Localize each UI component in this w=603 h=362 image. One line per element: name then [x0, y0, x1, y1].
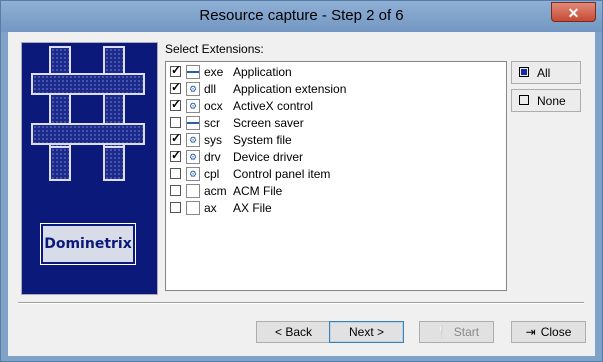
select-extensions-label: Select Extensions: [165, 42, 264, 56]
extension-name: ocx [204, 99, 223, 113]
list-item[interactable]: acm ACM File [170, 183, 500, 200]
gear-file-icon: ⚙ [186, 99, 200, 113]
extension-description: Application extension [233, 82, 347, 96]
extension-description: System file [233, 133, 292, 147]
extension-checkbox[interactable] [170, 63, 181, 77]
next-button[interactable]: Next > [329, 321, 404, 343]
extension-checkbox[interactable] [170, 202, 181, 213]
application-file-icon [186, 116, 200, 130]
select-all-button[interactable]: All [511, 61, 581, 84]
extension-name: drv [204, 150, 221, 164]
blank-file-icon [186, 184, 200, 198]
extension-name: acm [204, 184, 227, 198]
list-item[interactable]: ⚙ dll Application extension [170, 80, 500, 98]
gear-file-icon: ⚙ [186, 167, 200, 181]
extension-name: exe [204, 65, 224, 79]
wizard-window: Resource capture - Step 2 of 6 ✕ Dominet… [0, 0, 603, 362]
gear-file-icon: ⚙ [186, 82, 200, 96]
gear-file-icon: ⚙ [186, 150, 200, 164]
list-item[interactable]: ⚙ sys System file [170, 131, 500, 149]
extension-description: ACM File [233, 184, 283, 198]
extension-name: dll [204, 82, 217, 96]
extension-name: ax [204, 201, 217, 215]
list-item[interactable]: ⚙ cpl Control panel item [170, 166, 500, 183]
extensions-list[interactable]: exeApplication⚙dllApplication extension⚙… [165, 61, 507, 291]
close-button[interactable]: ⇥ Close [511, 321, 586, 343]
extension-name: scr [204, 116, 220, 130]
extension-name: sys [204, 133, 222, 147]
list-item[interactable]: ax AX File [170, 200, 500, 217]
window-title: Resource capture - Step 2 of 6 [199, 7, 404, 24]
extension-description: AX File [233, 201, 272, 215]
select-none-icon [519, 95, 529, 105]
title-bar[interactable]: Resource capture - Step 2 of 6 ✕ [1, 1, 602, 32]
extension-checkbox[interactable] [170, 185, 181, 196]
extension-name: cpl [204, 167, 220, 181]
dominetrix-logo: Dominetrix [40, 223, 136, 265]
window-close-button[interactable]: ✕ [551, 2, 596, 22]
list-item[interactable]: ⚙ ocx ActiveX control [170, 97, 500, 115]
start-button[interactable]: ❕ Start [419, 321, 494, 343]
extension-description: ActiveX control [233, 99, 314, 113]
select-all-icon [519, 67, 529, 77]
blank-file-icon [186, 201, 200, 215]
list-item[interactable]: scr Screen saver [170, 115, 500, 132]
banner-bar [31, 123, 145, 145]
extension-checkbox[interactable] [170, 148, 181, 162]
exit-door-icon: ⇥ [525, 325, 536, 339]
banner-bar [103, 146, 125, 181]
extension-description: Device driver [233, 150, 304, 164]
banner-image: Dominetrix [21, 42, 158, 295]
list-item[interactable]: ⚙ drv Device driver [170, 148, 500, 166]
extension-description: Control panel item [233, 167, 331, 181]
list-item[interactable]: exe Application [170, 63, 500, 81]
extension-checkbox[interactable] [170, 131, 181, 145]
gear-file-icon: ⚙ [186, 133, 200, 147]
exclamation-icon: ❕ [433, 325, 449, 339]
select-none-button[interactable]: None [511, 89, 581, 112]
banner-bar [49, 146, 71, 181]
banner-bar [31, 73, 145, 95]
extension-description: Screen saver [233, 116, 304, 130]
extension-description: Application [233, 65, 292, 79]
wizard-body: Dominetrix Select Extensions: exe Applica… [8, 32, 595, 356]
application-file-icon [186, 65, 200, 79]
extension-checkbox[interactable] [170, 168, 181, 179]
back-button[interactable]: < Back [256, 321, 331, 343]
extension-checkbox[interactable] [170, 80, 181, 94]
extension-checkbox[interactable] [170, 117, 181, 128]
extension-checkbox[interactable] [170, 97, 181, 111]
divider [18, 302, 584, 304]
